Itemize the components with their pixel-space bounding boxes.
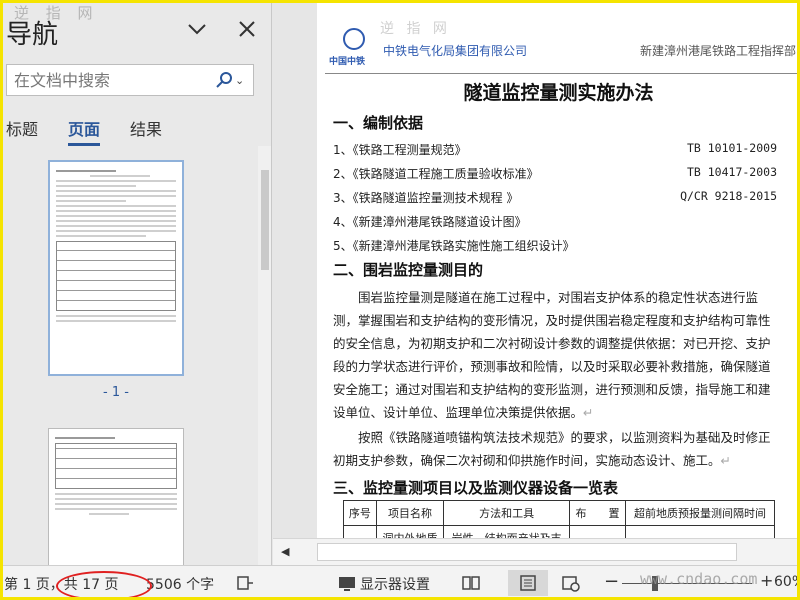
table-header-cell: 项目名称: [375, 500, 445, 526]
search-input[interactable]: [7, 65, 215, 95]
tab-pages[interactable]: 页面: [68, 116, 101, 146]
section-heading-1: 一、编制依据: [333, 114, 424, 132]
page-count-status[interactable]: 第 1 页，共 17 页: [4, 574, 119, 594]
horizontal-scrollbar[interactable]: ◀: [273, 538, 800, 565]
table-header-cell: 方法和工具: [443, 500, 571, 526]
table-row: 洞内外地质 岩性、结构面产状及支: [343, 525, 775, 538]
document-area[interactable]: 中国中铁 中铁电气化局集团有限公司 新建漳州港尾铁路工程指挥部 隧道监控量测实施…: [273, 0, 800, 538]
navigation-pane: 逆 指 网 导航 ⌄ 标题 页面 结果 - 1 -: [0, 0, 272, 565]
section-heading-2: 二、围岩监控量测目的: [333, 261, 484, 279]
paragraph-basis: 按照《铁路隧道喷锚构筑法技术规范》的要求，以监测资料为基础及时修正初期支护参数，…: [333, 430, 771, 468]
table-header-cell: 超前地质预报量测间隔时间: [625, 500, 775, 526]
section-heading-3: 三、监控量测项目以及监测仪器设备一览表: [333, 479, 619, 497]
scroll-left-icon[interactable]: ◀: [281, 545, 289, 558]
reference-item: 2、《铁路隧道工程施工质量验收标准》 TB 10417-2003: [333, 165, 777, 181]
display-settings-button[interactable]: 显示器设置: [338, 574, 430, 594]
tab-headings[interactable]: 标题: [6, 116, 38, 146]
word-count-status[interactable]: 5506 个字: [146, 574, 214, 594]
table-cell: [343, 525, 377, 538]
monitoring-table: 序号 项目名称 方法和工具 布 置 超前地质预报量测间隔时间 洞内外地质 岩性、…: [343, 500, 775, 538]
close-icon: [239, 21, 255, 37]
paragraph-purpose: 围岩监控量测是隧道在施工过程中，对围岩支护体系的稳定性状态进行监测，掌握围岩和支…: [333, 290, 771, 420]
proofing-icon[interactable]: [236, 574, 254, 592]
nav-scrollbar[interactable]: [258, 146, 271, 565]
table-header-cell: 布 置: [569, 500, 627, 526]
reference-item: 1、《铁路工程测量规范》 TB 10101-2009: [333, 141, 777, 157]
nav-close-button[interactable]: [232, 14, 262, 44]
reference-item: 5、《新建漳州港尾铁路实施性施工组织设计》: [333, 239, 575, 253]
table-cell: 岩性、结构面产状及支: [443, 525, 571, 538]
nav-options-button[interactable]: [182, 14, 212, 44]
nav-search-box[interactable]: ⌄: [6, 64, 254, 96]
zoom-in-button[interactable]: +: [760, 571, 773, 590]
reference-item: 3、《铁路隧道监控量测技术规程 》 Q/CR 9218-2015: [333, 189, 777, 205]
reference-item: 4、《新建漳州港尾铁路隧道设计图》: [333, 215, 527, 229]
zoom-level[interactable]: 60%: [774, 574, 800, 590]
search-icon[interactable]: [215, 71, 233, 89]
table-cell: [625, 525, 775, 538]
nav-scrollbar-thumb[interactable]: [261, 170, 269, 270]
watermark-bottom-right: www.cndao.com: [640, 570, 758, 588]
print-layout-button[interactable]: [508, 570, 548, 596]
watermark-top: 逆 指 网: [380, 21, 451, 37]
table-header-cell: 序号: [343, 500, 377, 526]
table-cell: 洞内外地质: [375, 525, 445, 538]
table-cell: [569, 525, 627, 538]
table-header-row: 序号 项目名称 方法和工具 布 置 超前地质预报量测间隔时间: [343, 500, 775, 526]
logo-text: 中国中铁: [329, 57, 366, 67]
horizontal-scrollbar-thumb[interactable]: [317, 543, 737, 561]
search-dropdown-icon[interactable]: ⌄: [235, 74, 249, 87]
page-thumbnail-1[interactable]: [48, 160, 184, 376]
display-settings-label: 显示器设置: [360, 577, 430, 593]
company-name: 中铁电气化局集团有限公司: [383, 44, 528, 58]
header-right-text: 新建漳州港尾铁路工程指挥部: [639, 44, 796, 58]
tab-results[interactable]: 结果: [130, 116, 162, 146]
company-logo-icon: [343, 28, 365, 50]
web-layout-icon[interactable]: [562, 574, 580, 592]
document-page[interactable]: 中国中铁 中铁电气化局集团有限公司 新建漳州港尾铁路工程指挥部 隧道监控量测实施…: [317, 0, 800, 538]
print-layout-icon: [520, 575, 536, 591]
zoom-out-button[interactable]: −: [604, 571, 619, 592]
document-title: 隧道监控量测实施办法: [463, 82, 654, 104]
page-thumbnails: - 1 -: [0, 146, 258, 565]
chevron-down-icon: [188, 24, 206, 35]
page-thumbnail-2[interactable]: [48, 428, 184, 565]
thumbnail-page-number: - 1 -: [103, 385, 129, 400]
read-mode-icon[interactable]: [462, 574, 480, 592]
nav-tabs: 标题 页面 结果: [6, 116, 162, 146]
monitor-icon: [339, 577, 355, 591]
nav-title: 导航: [6, 20, 59, 50]
